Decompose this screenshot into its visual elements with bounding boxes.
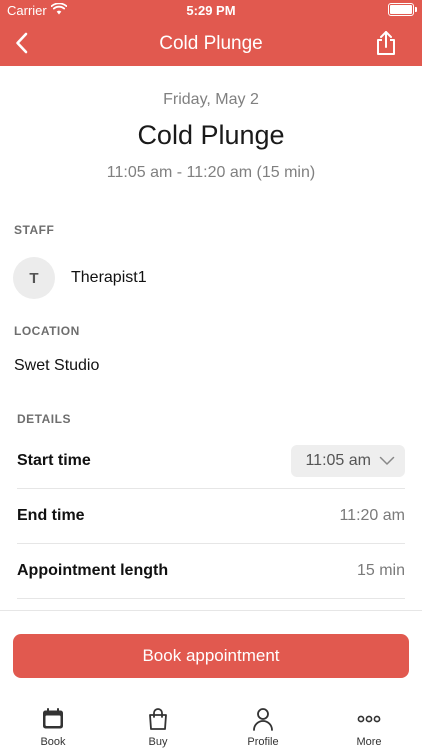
nav-header: Carrier 5:29 PM Cold Plunge [0, 0, 422, 66]
status-bar: Carrier 5:29 PM [0, 0, 422, 20]
end-time-value: 11:20 am [339, 507, 405, 524]
staff-name[interactable]: Therapist1 [71, 269, 147, 287]
calendar-icon [43, 708, 63, 729]
tab-book-label: Book [40, 736, 66, 748]
ellipsis-icon [357, 715, 381, 723]
battery-level-fill [390, 5, 412, 14]
start-time-label: Start time [17, 452, 91, 469]
share-icon [377, 31, 395, 55]
staff-section-label: STAFF [14, 223, 55, 237]
location-name[interactable]: Swet Studio [14, 357, 99, 375]
appointment-time-range: 11:05 am - 11:20 am (15 min) [106, 164, 316, 181]
person-icon [253, 708, 273, 731]
appointment-length-row: Appointment length 15 min [17, 544, 405, 599]
chevron-down-icon [379, 456, 395, 465]
start-time-value: 11:05 am [305, 452, 371, 469]
details-section-label: DETAILS [17, 412, 71, 426]
start-time-select[interactable]: 11:05 am [291, 445, 405, 477]
appointment-title: Cold Plunge [137, 120, 285, 150]
back-button[interactable] [8, 28, 36, 58]
tab-book[interactable]: Book [13, 706, 93, 748]
share-button[interactable] [372, 28, 400, 58]
tab-profile[interactable]: Profile [223, 706, 303, 748]
end-time-row: End time 11:20 am [17, 489, 405, 544]
end-time-label: End time [17, 507, 85, 524]
status-time: 5:29 PM [186, 3, 236, 18]
chevron-left-icon [16, 32, 28, 54]
location-section-label: LOCATION [14, 324, 80, 338]
appointment-length-label: Appointment length [17, 562, 169, 579]
avatar: T [13, 257, 55, 299]
appointment-date: Friday, May 2 [163, 91, 259, 108]
tab-bar: Book Buy Profile More [0, 700, 422, 750]
tab-buy[interactable]: Buy [118, 706, 198, 748]
tab-profile-label: Profile [247, 736, 279, 748]
shopping-bag-icon [149, 708, 167, 730]
divider [0, 610, 422, 611]
tab-buy-label: Buy [148, 736, 168, 748]
appointment-length-value: 15 min [356, 562, 405, 579]
start-time-row: Start time 11:05 am [17, 434, 405, 489]
book-appointment-button[interactable]: Book appointment [13, 634, 409, 678]
battery-icon [388, 3, 417, 16]
nav-title: Cold Plunge [159, 33, 263, 54]
tab-more-label: More [356, 736, 382, 748]
tab-more[interactable]: More [329, 706, 409, 748]
